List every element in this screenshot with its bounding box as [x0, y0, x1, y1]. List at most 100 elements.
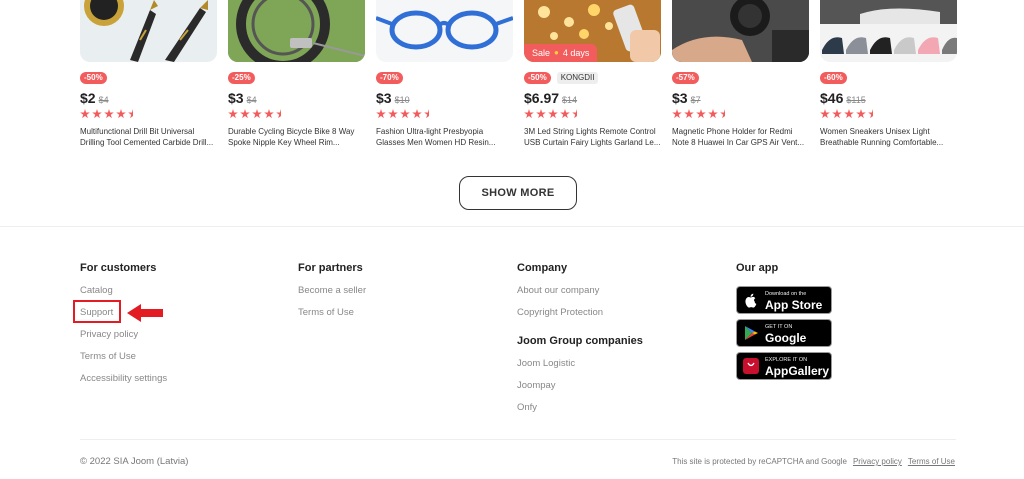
price: $46 [820, 90, 844, 106]
product-title[interactable]: Magnetic Phone Holder for Redmi Note 8 H… [672, 126, 809, 148]
star-icon [376, 109, 386, 119]
old-price: $7 [690, 95, 701, 105]
footer-link-terms[interactable]: Terms of Use [80, 350, 167, 364]
google-play-badge[interactable]: GET IT ON Google Play [736, 319, 832, 359]
apple-icon [745, 293, 757, 308]
star-icon [572, 109, 577, 119]
footer-link-privacy-policy[interactable]: Privacy policy [80, 328, 167, 342]
star-icon [856, 109, 866, 119]
rating-stars [672, 109, 809, 119]
price: $2 [80, 90, 96, 106]
footer-link-become-seller[interactable]: Become a seller [298, 284, 366, 298]
google-play-icon [745, 326, 758, 340]
copyright-text: © 2022 SIA Joom (Latvia) [80, 456, 189, 467]
price: $3 [376, 90, 392, 106]
price: $6.97 [524, 90, 560, 106]
sale-label: Sale [532, 48, 551, 58]
price: $3 [672, 90, 688, 106]
badge-caption: EXPLORE IT ON [765, 357, 808, 363]
huawei-icon [743, 358, 759, 374]
star-icon [820, 109, 830, 119]
star-icon [696, 109, 706, 119]
product-title[interactable]: Fashion Ultra-light Presbyopia Glasses M… [376, 126, 513, 148]
show-more-button[interactable]: SHOW MORE [459, 176, 577, 210]
product-image[interactable] [80, 0, 217, 62]
footer-link-partner-terms[interactable]: Terms of Use [298, 306, 366, 320]
footer-link-catalog[interactable]: Catalog [80, 284, 167, 298]
product-card[interactable]: Sale ● 4 days -50% KONGDII $6.97 $14 3M … [524, 0, 661, 148]
star-icon [832, 109, 842, 119]
old-price: $4 [246, 95, 257, 105]
footer-column-company: Company About our company Copyright Prot… [517, 262, 643, 415]
star-icon [536, 109, 546, 119]
product-card[interactable]: -70% $3 $10 Fashion Ultra-light Presbyop… [376, 0, 513, 148]
rating-stars [376, 109, 513, 119]
footer-link-about[interactable]: About our company [517, 284, 643, 298]
star-icon [720, 109, 725, 119]
star-icon [252, 109, 262, 119]
product-image[interactable] [820, 0, 957, 62]
footer-link-accessibility[interactable]: Accessibility settings [80, 372, 167, 386]
product-row: -50% $2 $4 Multifunctional Drill Bit Uni… [80, 0, 957, 148]
rating-stars [524, 109, 661, 119]
star-icon [240, 109, 250, 119]
old-price: $4 [98, 95, 109, 105]
product-image[interactable] [376, 0, 513, 62]
star-icon [116, 109, 126, 119]
app-gallery-badge[interactable]: EXPLORE IT ON AppGallery [736, 352, 832, 380]
price: $3 [228, 90, 244, 106]
footer-link-copyright[interactable]: Copyright Protection [517, 306, 643, 320]
discount-badge: -70% [376, 71, 403, 84]
product-card[interactable]: -25% $3 $4 Durable Cycling Bicycle Bike … [228, 0, 365, 148]
product-title[interactable]: Multifunctional Drill Bit Universal Dril… [80, 126, 217, 148]
arrow-left-icon [127, 304, 163, 322]
star-icon [524, 109, 534, 119]
footer-link-joom-logistic[interactable]: Joom Logistic [517, 357, 643, 371]
product-title[interactable]: Durable Cycling Bicycle Bike 8 Way Spoke… [228, 126, 365, 148]
badge-caption: GET IT ON [765, 324, 793, 330]
sale-timer-badge: Sale ● 4 days [524, 44, 598, 62]
product-title[interactable]: Women Sneakers Unisex Light Breathable R… [820, 126, 957, 148]
discount-badge: -50% [80, 71, 107, 84]
star-icon [844, 109, 854, 119]
star-icon [228, 109, 238, 119]
rating-stars [228, 109, 365, 119]
star-icon [548, 109, 558, 119]
product-image[interactable] [672, 0, 809, 62]
google-privacy-link[interactable]: Privacy policy [853, 457, 902, 466]
star-icon [80, 109, 90, 119]
highlight-box [73, 300, 121, 323]
sale-time: 4 days [562, 48, 590, 58]
star-icon [672, 109, 682, 119]
discount-badge: -50% [524, 71, 551, 84]
star-icon [104, 109, 114, 119]
footer-column-partners: For partners Become a seller Terms of Us… [298, 262, 366, 320]
footer-column-app: Our app Download on the App Store GET IT… [736, 262, 832, 380]
app-store-badge[interactable]: Download on the App Store [736, 286, 832, 314]
column-heading: Our app [736, 262, 779, 274]
old-price: $14 [562, 95, 578, 105]
google-terms-link[interactable]: Terms of Use [908, 457, 955, 466]
footer-divider [80, 439, 956, 440]
product-image[interactable] [228, 0, 365, 62]
star-icon [424, 109, 429, 119]
product-title[interactable]: 3M Led String Lights Remote Control USB … [524, 126, 661, 148]
star-icon [868, 109, 873, 119]
product-card[interactable]: -57% $3 $7 Magnetic Phone Holder for Red… [672, 0, 809, 148]
brand-badge: KONGDII [556, 71, 599, 84]
column-heading: Joom Group companies [517, 335, 643, 347]
footer-link-joompay[interactable]: Joompay [517, 379, 643, 393]
star-icon [276, 109, 281, 119]
star-icon [560, 109, 570, 119]
product-image[interactable]: Sale ● 4 days [524, 0, 661, 62]
star-icon [128, 109, 133, 119]
rating-stars [820, 109, 957, 119]
section-divider [0, 226, 1024, 227]
product-card[interactable]: -50% $2 $4 Multifunctional Drill Bit Uni… [80, 0, 217, 148]
product-card[interactable]: -60% $46 $115 Women Sneakers Unisex Ligh… [820, 0, 957, 148]
recaptcha-notice: This site is protected by reCAPTCHA and … [672, 457, 847, 466]
star-icon [684, 109, 694, 119]
star-icon [388, 109, 398, 119]
footer-link-onfy[interactable]: Onfy [517, 401, 643, 415]
discount-badge: -57% [672, 71, 699, 84]
